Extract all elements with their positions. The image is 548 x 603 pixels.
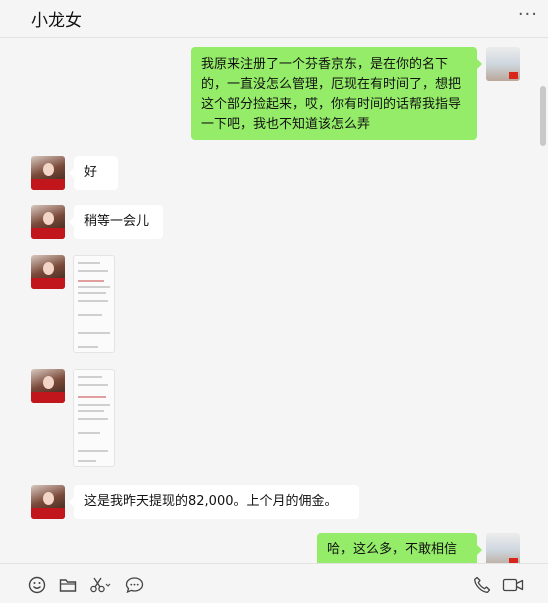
scrollbar[interactable] — [540, 86, 546, 146]
contact-avatar[interactable] — [31, 255, 65, 289]
contact-avatar[interactable] — [31, 485, 65, 519]
message-text: 好 — [84, 165, 98, 180]
image-message[interactable] — [73, 255, 115, 353]
more-options-icon[interactable]: ··· — [518, 4, 538, 25]
chat-title: 小龙女 — [31, 11, 82, 31]
my-avatar[interactable] — [486, 47, 520, 81]
message-bubble-outgoing[interactable]: 我原来注册了一个芬香京东，是在你的名下的，一直没怎么管理，厄现在有时间了，想把这… — [191, 47, 482, 140]
contact-avatar[interactable] — [31, 369, 65, 403]
message-bubble-incoming[interactable]: 稍等一会儿 — [69, 205, 163, 239]
input-toolbar — [0, 563, 548, 603]
video-icon[interactable] — [502, 576, 524, 594]
scissors-icon[interactable] — [89, 576, 111, 594]
chat-bubble-icon[interactable] — [125, 576, 144, 594]
my-avatar[interactable] — [486, 533, 520, 563]
message-bubble-outgoing[interactable]: 哈，这么多，不敢相信 — [317, 533, 482, 563]
message-text: 稍等一会儿 — [84, 214, 150, 229]
contact-avatar[interactable] — [31, 156, 65, 190]
image-message[interactable] — [73, 369, 115, 467]
phone-icon[interactable] — [473, 576, 491, 594]
message-text: 哈，这么多，不敢相信 — [327, 542, 458, 557]
contact-avatar[interactable] — [31, 205, 65, 239]
message-bubble-incoming[interactable]: 好 — [69, 156, 118, 190]
message-text: 我原来注册了一个芬香京东，是在你的名下的，一直没怎么管理，厄现在有时间了，想把这… — [201, 57, 462, 132]
emoji-icon[interactable] — [28, 576, 46, 594]
folder-icon[interactable] — [59, 576, 77, 594]
chat-header: 小龙女 ··· — [0, 0, 548, 38]
message-text: 这是我昨天提现的82,000。上个月的佣金。 — [84, 494, 338, 509]
message-bubble-incoming[interactable]: 这是我昨天提现的82,000。上个月的佣金。 — [69, 485, 359, 519]
message-list[interactable]: 我原来注册了一个芬香京东，是在你的名下的，一直没怎么管理，厄现在有时间了，想把这… — [0, 38, 548, 563]
